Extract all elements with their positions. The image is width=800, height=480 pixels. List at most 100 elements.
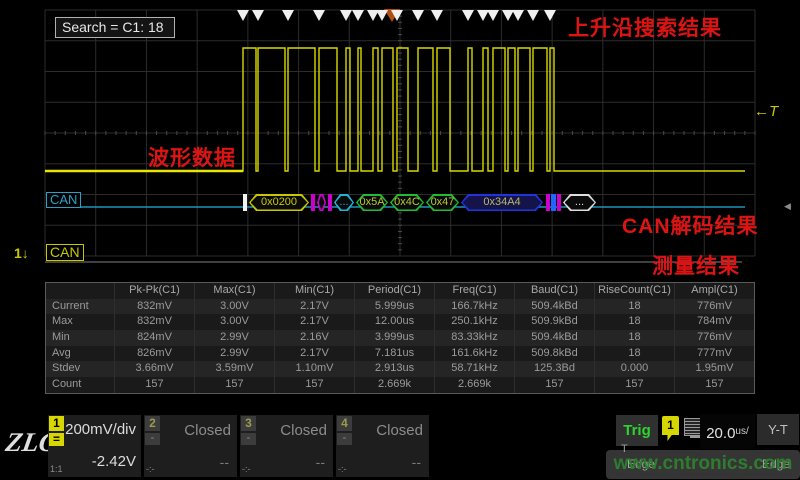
- table-cell: 83.33kHz: [434, 330, 514, 346]
- table-cell: 18: [594, 346, 674, 362]
- table-cell: 5.999us: [354, 299, 434, 315]
- table-cell: Avg: [46, 346, 114, 362]
- annotation-can-decode-result: CAN解码结果: [622, 210, 759, 240]
- can-decode-bar: [557, 194, 561, 211]
- table-cell: 157: [594, 377, 674, 393]
- can-decode-frame-text: 0x4C: [390, 194, 424, 211]
- table-cell: 18: [594, 314, 674, 330]
- search-marker-icon: [376, 10, 388, 21]
- table-cell: Min(C1): [274, 283, 354, 299]
- can-decode-bar: [311, 194, 315, 211]
- table-cell: 1.95mV: [674, 361, 754, 377]
- channel3-probe-ratio: -:-: [242, 464, 251, 474]
- can-decode-bar: [243, 194, 247, 211]
- table-cell: Pk-Pk(C1): [114, 283, 194, 299]
- table-cell: 58.71kHz: [434, 361, 514, 377]
- table-cell: 157: [194, 377, 274, 393]
- table-cell: 2.17V: [274, 346, 354, 362]
- search-markers: [237, 9, 556, 22]
- channel3-badge: 3: [241, 416, 256, 431]
- table-cell: 509.8kBd: [514, 346, 594, 362]
- table-cell: 157: [114, 377, 194, 393]
- search-marker-icon: [313, 10, 325, 21]
- search-marker-icon: [282, 10, 294, 21]
- table-cell: 509.4kBd: [514, 299, 594, 315]
- table-cell: Stdev: [46, 361, 114, 377]
- table-cell: 509.4kBd: [514, 330, 594, 346]
- table-cell: Freq(C1): [434, 283, 514, 299]
- decode-scroll-left-icon[interactable]: ◀: [784, 201, 791, 212]
- search-marker-icon: [412, 10, 424, 21]
- table-cell: 784mV: [674, 314, 754, 330]
- search-marker-icon: [252, 10, 264, 21]
- trigger-level-marker[interactable]: ←T: [754, 103, 778, 120]
- table-cell: 2.17V: [274, 299, 354, 315]
- table-cell: 2.17V: [274, 314, 354, 330]
- table-cell: 12.00us: [354, 314, 434, 330]
- channel3-coupling-icon: -: [241, 433, 256, 445]
- table-cell: Period(C1): [354, 283, 434, 299]
- trig-button[interactable]: Trig: [616, 415, 658, 446]
- channel2-coupling-icon: -: [145, 433, 160, 445]
- channel4-badge: 4: [337, 416, 352, 431]
- table-cell: 161.6kHz: [434, 346, 514, 362]
- can-decode-frame-text: 0x34A4: [461, 194, 543, 211]
- table-cell: 509.9kBd: [514, 314, 594, 330]
- table-cell: 0.000: [594, 361, 674, 377]
- can-decode-frame: ...: [563, 194, 596, 211]
- table-cell: 157: [674, 377, 754, 393]
- search-marker-icon: [477, 10, 489, 21]
- channel1-badge: 1: [49, 416, 64, 431]
- table-cell: 1.10mV: [274, 361, 354, 377]
- search-marker-icon: [544, 10, 556, 21]
- annotation-measure-result: 测量结果: [652, 250, 740, 280]
- table-cell: 2.16V: [274, 330, 354, 346]
- table-cell: 125.3Bd: [514, 361, 594, 377]
- bus-display-icon-base: [690, 436, 700, 438]
- channel1-offset: -2.42V: [92, 453, 136, 470]
- table-cell: 18: [594, 299, 674, 315]
- channel4-box[interactable]: 4 - -:- Closed --: [336, 415, 429, 477]
- channel3-status: Closed: [280, 422, 327, 439]
- table-cell: RiseCount(C1): [594, 283, 674, 299]
- table-cell: 3.00V: [194, 314, 274, 330]
- timebase-unit: us/: [735, 426, 748, 437]
- can-bus1-label[interactable]: CAN: [46, 192, 81, 208]
- measurement-table: Pk-Pk(C1)Max(C1)Min(C1)Period(C1)Freq(C1…: [45, 282, 755, 394]
- table-cell: 166.7kHz: [434, 299, 514, 315]
- search-marker-icon: [462, 10, 474, 21]
- table-cell: 776mV: [674, 330, 754, 346]
- timebase-box[interactable]: 20.0us/: [700, 414, 755, 449]
- table-cell: 2.99V: [194, 346, 274, 362]
- display-mode-button[interactable]: Y-T: [757, 414, 799, 445]
- table-cell: Count: [46, 377, 114, 393]
- table-cell: Max: [46, 314, 114, 330]
- channel4-offset: --: [412, 454, 421, 470]
- table-cell: [46, 283, 114, 299]
- scope-display: [0, 0, 800, 480]
- table-cell: Ampl(C1): [674, 283, 754, 299]
- channel1-scale: 200mV/div: [65, 421, 136, 438]
- table-cell: 3.00V: [194, 299, 274, 315]
- channel1-box[interactable]: 1 = 1:1 200mV/div -2.42V: [48, 415, 141, 477]
- search-status-box[interactable]: Search = C1: 18: [55, 17, 175, 38]
- table-cell: 832mV: [114, 314, 194, 330]
- table-cell: 3.999us: [354, 330, 434, 346]
- table-cell: 2.669k: [434, 377, 514, 393]
- table-cell: 2.913us: [354, 361, 434, 377]
- table-cell: 824mV: [114, 330, 194, 346]
- can-decode-frame-text: ...: [563, 194, 596, 211]
- channel3-box[interactable]: 3 - -:- Closed --: [240, 415, 333, 477]
- table-cell: 832mV: [114, 299, 194, 315]
- channel4-status: Closed: [376, 422, 423, 439]
- table-cell: 826mV: [114, 346, 194, 362]
- channel2-box[interactable]: 2 - -:- Closed --: [144, 415, 237, 477]
- can-decode-frame: 0x34A4: [461, 194, 543, 211]
- search-marker-icon: [512, 10, 524, 21]
- table-cell: 250.1kHz: [434, 314, 514, 330]
- can-bus2-label[interactable]: CAN: [46, 244, 84, 261]
- table-cell: 777mV: [674, 346, 754, 362]
- channel2-offset: --: [220, 454, 229, 470]
- channel2-probe-ratio: -:-: [146, 464, 155, 474]
- table-cell: 2.669k: [354, 377, 434, 393]
